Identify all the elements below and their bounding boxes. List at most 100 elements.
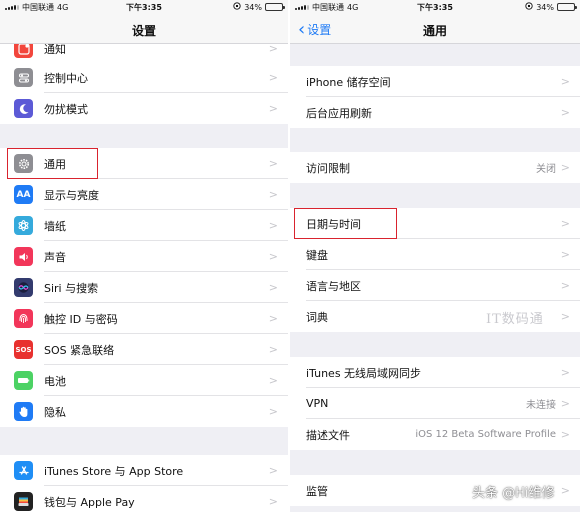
settings-row-do-not-disturb[interactable]: 勿扰模式 >: [0, 93, 288, 124]
settings-row-privacy[interactable]: 隐私 >: [0, 396, 288, 427]
vpn-status-value: 未连接: [526, 400, 556, 411]
status-right: 34%: [525, 2, 577, 12]
control-center-icon: [14, 68, 33, 87]
fingerprint-icon: [14, 309, 33, 328]
date-time-row-highlight: [294, 208, 397, 239]
settings-row-label: 显示与亮度: [44, 188, 99, 202]
settings-row-itunes-app-store[interactable]: iTunes Store 与 App Store >: [0, 455, 288, 486]
watermark-it: IT数码通: [486, 312, 544, 327]
chevron-right-icon: >: [560, 279, 570, 292]
restrictions-value: 关闭: [536, 164, 556, 175]
general-row-keyboard[interactable]: 键盘 >: [290, 239, 580, 270]
settings-row-label: Siri 与搜索: [44, 281, 99, 295]
chevron-right-icon: >: [268, 464, 278, 477]
chevron-right-icon: >: [268, 312, 278, 325]
chevron-right-icon: >: [268, 102, 278, 115]
battery-percent: 34%: [536, 2, 554, 12]
chevron-right-icon: >: [560, 484, 570, 497]
general-row-profile[interactable]: 描述文件 iOS 12 Beta Software Profile >: [290, 419, 580, 450]
general-row-label: 访问限制: [306, 161, 350, 175]
settings-row-label: 隐私: [44, 405, 66, 419]
status-right: 34%: [233, 2, 285, 12]
chevron-right-icon: >: [560, 428, 570, 441]
general-row-iphone-storage[interactable]: iPhone 储存空间 >: [290, 66, 580, 97]
chevron-right-icon: >: [268, 495, 278, 508]
chevron-right-icon: >: [268, 71, 278, 84]
profile-value: iOS 12 Beta Software Profile: [415, 429, 556, 440]
general-pane: iPhone 储存空间 > 后台应用刷新 > 访问限制 关闭 > 日期与时间 >…: [290, 0, 580, 512]
watermark-brand: 头条 @Hi维修: [472, 486, 555, 501]
chevron-right-icon: >: [268, 374, 278, 387]
general-row-label: 监管: [306, 484, 328, 498]
settings-nav-bar: 设置: [0, 14, 288, 44]
settings-row-display[interactable]: AA 显示与亮度 >: [0, 179, 288, 210]
settings-row-label: SOS 紧急联络: [44, 343, 115, 357]
page-title: 通用: [422, 24, 447, 38]
general-nav-bar: ‹ 设置 通用: [290, 14, 580, 44]
settings-row-label: 控制中心: [44, 71, 88, 85]
general-row-label: 描述文件: [306, 428, 350, 442]
chevron-right-icon: >: [560, 161, 570, 174]
wallet-icon: [14, 492, 33, 511]
general-row-label: 后台应用刷新: [306, 106, 372, 120]
battery-status-icon: [265, 3, 285, 11]
general-row-label: iPhone 储存空间: [306, 75, 391, 89]
status-bar: 中国联通 4G 下午3:35 34%: [0, 0, 288, 14]
chevron-right-icon: >: [560, 217, 570, 230]
orientation-lock-icon: [233, 2, 241, 12]
siri-icon: [14, 278, 33, 297]
chevron-right-icon: >: [560, 106, 570, 119]
settings-row-label: 声音: [44, 250, 66, 264]
general-row-itunes-wifi-sync[interactable]: iTunes 无线局域网同步 >: [290, 357, 580, 388]
app-store-icon: [14, 461, 33, 480]
general-row-background-refresh[interactable]: 后台应用刷新 >: [290, 97, 580, 128]
settings-row-touch-id[interactable]: 触控 ID 与密码 >: [0, 303, 288, 334]
general-row-label: 语言与地区: [306, 279, 361, 293]
battery-icon: [14, 371, 33, 390]
settings-row-label: 钱包与 Apple Pay: [44, 495, 135, 509]
general-row-label: 键盘: [306, 248, 328, 262]
battery-percent: 34%: [244, 2, 262, 12]
battery-status-icon: [557, 3, 577, 11]
chevron-right-icon: >: [560, 75, 570, 88]
settings-row-siri[interactable]: Siri 与搜索 >: [0, 272, 288, 303]
general-row-label: iTunes 无线局域网同步: [306, 366, 422, 380]
display-brightness-icon: AA: [14, 185, 33, 204]
settings-row-label: iTunes Store 与 App Store: [44, 464, 184, 478]
settings-row-label: 电池: [44, 374, 66, 388]
speaker-icon: [14, 247, 33, 266]
settings-row-wallpaper[interactable]: 墙纸 >: [0, 210, 288, 241]
chevron-right-icon: >: [268, 343, 278, 356]
status-bar: 中国联通 4G 下午3:35 34%: [290, 0, 580, 14]
settings-row-sounds[interactable]: 声音 >: [0, 241, 288, 272]
settings-row-sos[interactable]: SOS SOS 紧急联络 >: [0, 334, 288, 365]
sos-icon: SOS: [14, 340, 33, 359]
wallpaper-icon: [14, 216, 33, 235]
hand-icon: [14, 402, 33, 421]
general-row-label: 词典: [306, 310, 328, 324]
chevron-right-icon: >: [268, 281, 278, 294]
chevron-right-icon: >: [560, 248, 570, 261]
settings-row-label: 墙纸: [44, 219, 66, 233]
settings-row-control-center[interactable]: 控制中心 >: [0, 62, 288, 93]
general-row-language-region[interactable]: 语言与地区 >: [290, 270, 580, 301]
chevron-right-icon: >: [268, 188, 278, 201]
chevron-right-icon: >: [560, 397, 570, 410]
chevron-right-icon: >: [560, 366, 570, 379]
chevron-right-icon: >: [560, 310, 570, 323]
chevron-right-icon: >: [268, 250, 278, 263]
settings-row-label: 勿扰模式: [44, 102, 88, 116]
chevron-right-icon: >: [268, 157, 278, 170]
general-row-restrictions[interactable]: 访问限制 关闭 >: [290, 152, 580, 183]
page-title: 设置: [131, 24, 156, 38]
chevron-right-icon: >: [268, 219, 278, 232]
general-row-vpn[interactable]: VPN 未连接 >: [290, 388, 580, 419]
settings-pane: 通知 > 控制中心 > 勿扰模式 > 通用 > AA 显示与亮度 > 墙纸 > …: [0, 0, 288, 512]
general-row-highlight: [7, 148, 98, 179]
chevron-right-icon: >: [268, 405, 278, 418]
settings-row-label: 触控 ID 与密码: [44, 312, 118, 326]
moon-icon: [14, 99, 33, 118]
settings-row-battery[interactable]: 电池 >: [0, 365, 288, 396]
general-row-label: VPN: [306, 397, 329, 410]
settings-row-wallet[interactable]: 钱包与 Apple Pay >: [0, 486, 288, 512]
